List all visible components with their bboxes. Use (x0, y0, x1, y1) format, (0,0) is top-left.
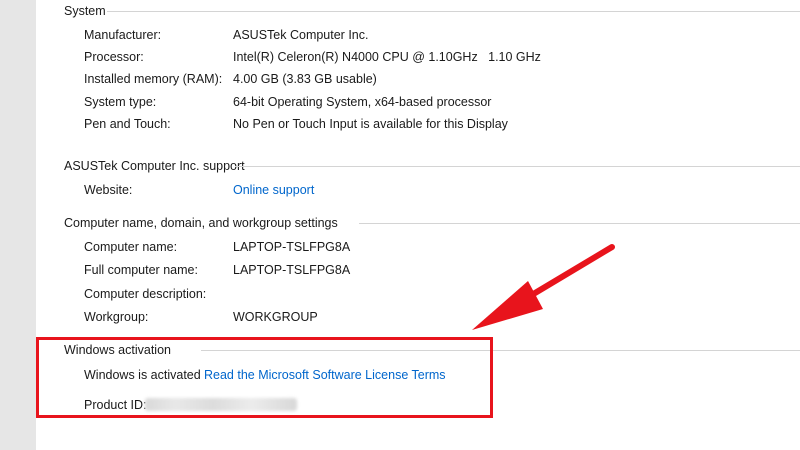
full-computer-name-value: LAPTOP-TSLFPG8A (233, 263, 351, 277)
section-divider (235, 166, 800, 167)
manufacturer-value: ASUSTek Computer Inc. (233, 28, 369, 42)
online-support-link[interactable]: Online support (233, 182, 314, 198)
computer-name-label: Computer name: (84, 240, 178, 254)
computer-name-value: LAPTOP-TSLFPG8A (233, 240, 351, 254)
memory-value: 4.00 GB (3.83 GB usable) (233, 72, 377, 86)
section-header-system: System (64, 4, 106, 18)
section-divider (359, 223, 800, 224)
section-header-support: ASUSTek Computer Inc. support (64, 159, 245, 173)
system-type-label: System type: (84, 95, 157, 109)
workgroup-label: Workgroup: (84, 310, 149, 324)
computer-description-label: Computer description: (84, 287, 207, 301)
system-type-value: 64-bit Operating System, x64-based proce… (233, 95, 492, 109)
pen-touch-value: No Pen or Touch Input is available for t… (233, 117, 508, 131)
processor-label: Processor: (84, 50, 144, 64)
manufacturer-label: Manufacturer: (84, 28, 162, 42)
workgroup-value: WORKGROUP (233, 310, 318, 324)
website-label: Website: (84, 183, 133, 197)
highlight-box (36, 337, 493, 418)
section-header-computer-name: Computer name, domain, and workgroup set… (64, 216, 338, 230)
full-computer-name-label: Full computer name: (84, 263, 198, 277)
processor-value: Intel(R) Celeron(R) N4000 CPU @ 1.10GHz … (233, 50, 541, 64)
memory-label: Installed memory (RAM): (84, 72, 223, 86)
section-divider (107, 11, 800, 12)
pen-touch-label: Pen and Touch: (84, 117, 171, 131)
